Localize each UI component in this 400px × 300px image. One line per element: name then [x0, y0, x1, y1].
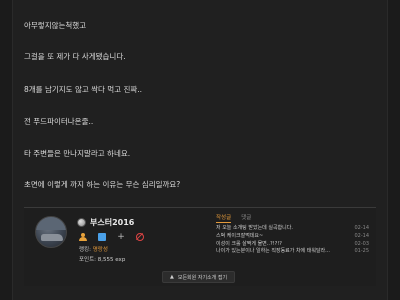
collapse-intro-label: 모든회원 자기소개 접기	[177, 274, 228, 281]
message-icon[interactable]	[98, 233, 106, 241]
post-paragraph: 그걸을 또 제가 다 사게됐습니다.	[24, 52, 126, 61]
level-badge-icon	[77, 218, 86, 227]
post-date: 01-25	[354, 248, 369, 255]
author-action-icons: +	[79, 233, 144, 242]
rank-value: 명랑성	[92, 247, 108, 253]
add-friend-icon[interactable]: +	[117, 233, 125, 242]
post-paragraph: 초면에 이렇게 까지 하는 이유는 무슨 심리일까요?	[24, 180, 181, 189]
post-title[interactable]: 저 오늘 소개팅 받았는데 실곡합니다.	[216, 225, 293, 233]
post-title[interactable]: 나이가 있는분이나 일하는 직장동료가 차에 태워달라...	[216, 248, 330, 256]
author-activity-tabs: 작성글 댓글	[216, 213, 251, 223]
post-paragraph: 아무렇지않는척했고	[24, 21, 87, 30]
author-rank: 랭킹: 명랑성	[79, 247, 108, 253]
list-item[interactable]: 저 오늘 소개팅 받았는데 실곡합니다. 02-14	[216, 225, 369, 233]
author-nickname-row: 부스터2016	[77, 217, 134, 228]
recent-posts-list: 저 오늘 소개팅 받았는데 실곡합니다. 02-14 스벅 케이크잘먹데요~ 0…	[216, 225, 369, 256]
caret-up-icon: ▲	[170, 274, 174, 280]
tab-comments[interactable]: 댓글	[241, 213, 251, 223]
list-item[interactable]: 나이가 있는분이나 일하는 직장동료가 차에 태워달라... 01-25	[216, 248, 369, 256]
avatar[interactable]	[35, 216, 67, 248]
author-nickname[interactable]: 부스터2016	[90, 217, 134, 228]
collapse-intro-button[interactable]: ▲ 모든회원 자기소개 접기	[162, 271, 236, 283]
post-paragraph: 전 푸드파이터나온줄..	[24, 117, 94, 126]
author-points: 포인트: 8,555 exp	[79, 257, 126, 263]
page-background: 아무렇지않는척했고 그걸을 또 제가 다 사게됐습니다. 8개를 남기지도 않고…	[0, 0, 400, 300]
block-user-icon[interactable]	[136, 233, 144, 241]
post-paragraph: 8개를 남기지도 않고 싹다 먹고 진짜..	[24, 85, 143, 94]
post-title[interactable]: 스벅 케이크잘먹데요~	[216, 233, 263, 241]
list-item[interactable]: 스벅 케이크잘먹데요~ 02-14	[216, 233, 369, 241]
tab-posts[interactable]: 작성글	[216, 213, 232, 223]
post-date: 02-03	[354, 240, 369, 247]
author-profile-card: 부스터2016 + 랭킹: 명랑성 포인트: 8,555 exp 작성글 댓글 …	[24, 207, 376, 286]
post-date: 02-14	[354, 225, 369, 231]
post-paragraph: 타 주변들은 만나지말라고 하네요.	[24, 149, 131, 158]
post-date: 02-14	[354, 232, 369, 239]
profile-icon[interactable]	[79, 233, 87, 241]
